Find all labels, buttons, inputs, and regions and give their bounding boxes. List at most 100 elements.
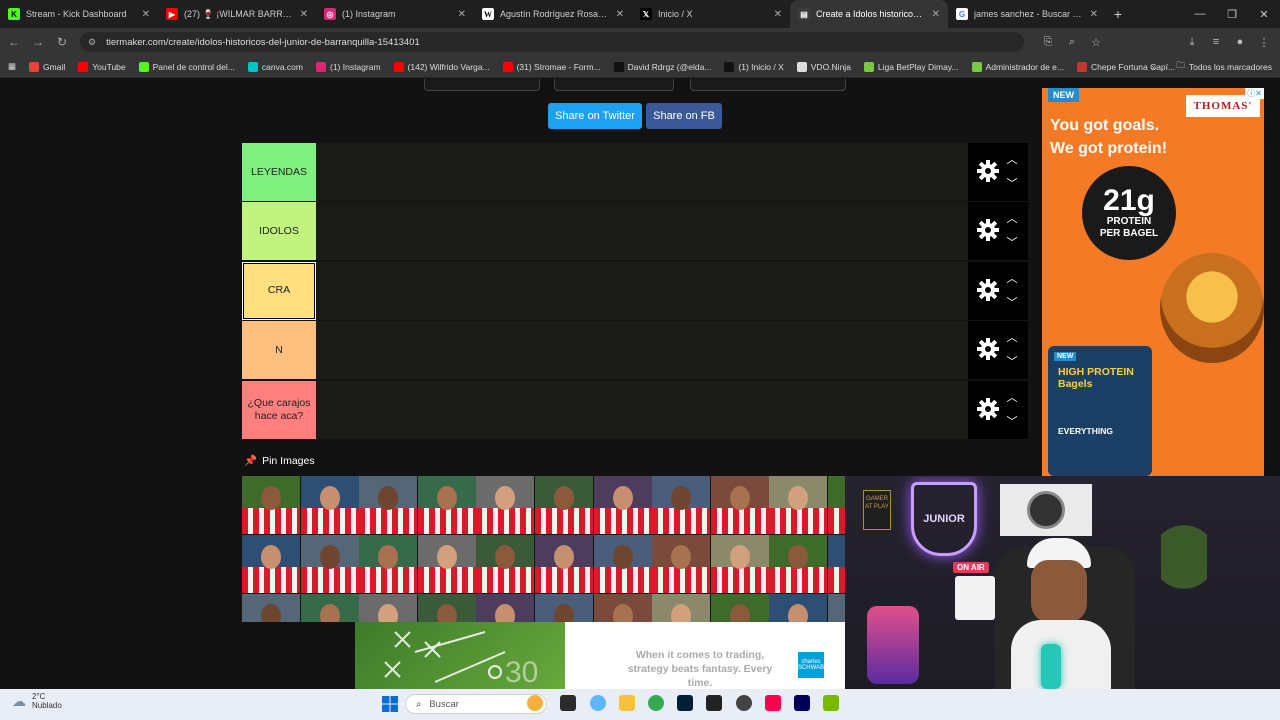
gear-icon[interactable] <box>976 397 1000 421</box>
close-icon[interactable]: ✕ <box>616 9 624 20</box>
bookmark-item[interactable]: David Rdrgz (@elda... <box>613 61 711 72</box>
menu-icon[interactable]: ⋮ <box>1252 36 1276 49</box>
chevron-down-icon[interactable]: ﹀ <box>1004 415 1020 428</box>
player-thumbnail[interactable] <box>710 476 769 534</box>
ad-info-icon[interactable]: ⓘ✕ <box>1245 88 1264 99</box>
player-thumbnail[interactable] <box>828 535 846 593</box>
close-icon[interactable]: ✕ <box>1090 9 1098 20</box>
player-thumbnail[interactable] <box>593 476 652 534</box>
apps-icon[interactable]: ▦ <box>8 61 16 72</box>
player-thumbnail[interactable] <box>359 476 418 534</box>
close-icon[interactable]: ✕ <box>142 9 150 20</box>
player-thumbnail[interactable] <box>652 476 711 534</box>
player-thumbnail[interactable] <box>652 535 711 593</box>
chevron-down-icon[interactable]: ﹀ <box>1004 296 1020 309</box>
bookmark-item[interactable]: VDO.Ninja <box>796 61 851 72</box>
tiktok-icon[interactable] <box>765 695 781 711</box>
reading-list-icon[interactable]: ≡ <box>1204 36 1228 48</box>
bookmark-item[interactable]: (31) Stromae - Form... <box>502 61 601 72</box>
gear-icon[interactable] <box>976 159 1000 183</box>
minimize-icon[interactable]: — <box>1184 0 1216 28</box>
bookmark-item[interactable]: Liga BetPlay Dimay... <box>863 61 959 72</box>
bookmark-item[interactable]: Gmail <box>29 61 65 72</box>
tier-row[interactable]: IDOLOS ︿ ﹀ <box>242 202 1028 261</box>
task-view-icon[interactable] <box>560 695 576 711</box>
share-facebook-button[interactable]: Share on FB <box>646 103 722 129</box>
player-thumbnail[interactable] <box>769 535 828 593</box>
bookmark-item[interactable]: (1) Inicio / X <box>724 61 784 72</box>
reload-icon[interactable]: ↻ <box>50 30 74 54</box>
tier-label[interactable]: N <box>242 321 316 380</box>
tier-label[interactable]: LEYENDAS <box>242 143 316 201</box>
nvidia-icon[interactable] <box>823 695 839 711</box>
gear-icon[interactable] <box>976 278 1000 302</box>
bottom-advertisement[interactable]: 30 When it comes to trading, strategy be… <box>355 622 845 689</box>
player-thumbnail[interactable] <box>359 594 418 622</box>
bookmark-item[interactable]: (1) Instagram <box>315 61 381 72</box>
all-bookmarks-button[interactable]: Todos los marcadores <box>1189 62 1272 72</box>
player-thumbnail[interactable] <box>535 535 593 593</box>
after-effects-icon[interactable] <box>794 695 810 711</box>
bookmarks-overflow-button[interactable]: » <box>1152 62 1157 72</box>
player-thumbnail[interactable] <box>359 535 418 593</box>
player-thumbnail[interactable] <box>710 594 769 622</box>
bookmark-item[interactable]: Panel de control del... <box>138 61 235 72</box>
tier-label[interactable]: CRA <box>242 261 316 320</box>
player-thumbnail[interactable] <box>828 594 846 622</box>
browser-tab-active[interactable]: ▤ Create a Idolos historicos del Ju ✕ <box>790 0 948 28</box>
tier-row[interactable]: LEYENDAS ︿ ﹀ <box>242 143 1028 201</box>
browser-tab[interactable]: G james sanchez - Buscar con Go ✕ <box>948 0 1106 28</box>
chevron-down-icon[interactable]: ﹀ <box>1004 355 1020 368</box>
close-icon[interactable]: ✕ <box>458 9 466 20</box>
zoom-icon[interactable]: ⌕ <box>1060 36 1084 49</box>
back-icon[interactable]: ← <box>2 30 26 54</box>
player-thumbnail[interactable] <box>417 476 476 534</box>
close-window-icon[interactable]: ✕ <box>1248 0 1280 28</box>
chevron-up-icon[interactable]: ︿ <box>1004 272 1020 285</box>
player-thumbnail[interactable] <box>300 476 359 534</box>
player-thumbnail[interactable] <box>242 594 300 622</box>
browser-tab[interactable]: ◎ (1) Instagram ✕ <box>316 0 474 28</box>
toolbar-button-partial[interactable] <box>424 79 540 91</box>
browser-tab[interactable]: 𝕏 Inicio / X ✕ <box>632 0 790 28</box>
player-thumbnail[interactable] <box>476 476 535 534</box>
bookmark-star-icon[interactable]: ☆ <box>1084 36 1108 49</box>
obs-icon[interactable] <box>706 695 722 711</box>
chevron-down-icon[interactable]: ﹀ <box>1004 236 1020 249</box>
toolbar-button-partial[interactable] <box>690 79 846 91</box>
player-thumbnail[interactable] <box>476 594 535 622</box>
gear-icon[interactable] <box>976 337 1000 361</box>
player-thumbnail[interactable] <box>300 535 359 593</box>
windows-start-icon[interactable] <box>382 696 398 712</box>
pin-images-toggle[interactable]: 📌 Pin Images <box>244 454 315 468</box>
browser-tab[interactable]: W Agustín Rodríguez Rosano - Wi ✕ <box>474 0 632 28</box>
photoshop-icon[interactable] <box>677 695 693 711</box>
site-info-icon[interactable]: ⚙ <box>88 37 96 48</box>
player-thumbnail[interactable] <box>593 535 652 593</box>
bookmark-item[interactable]: canva.com <box>247 61 303 72</box>
player-thumbnail[interactable] <box>652 594 711 622</box>
weather-widget[interactable]: ☁ 2°C Nublado <box>12 692 62 710</box>
bookmark-item[interactable]: (142) Wilfrido Varga... <box>393 61 490 72</box>
tier-row[interactable]: CRA ︿ ﹀ <box>242 261 1028 320</box>
streaming-app-icon[interactable] <box>736 695 752 711</box>
taskbar-app-icon[interactable] <box>527 695 543 711</box>
close-icon[interactable]: ✕ <box>932 9 940 20</box>
profile-icon[interactable]: ● <box>1228 36 1252 48</box>
player-thumbnail[interactable] <box>828 476 846 534</box>
forward-icon[interactable]: → <box>26 30 50 54</box>
browser-tab[interactable]: ▶ (27) 🍷 ¡WILMAR BARRIOS Y A ✕ <box>158 0 316 28</box>
chevron-down-icon[interactable]: ﹀ <box>1004 177 1020 190</box>
toolbar-button-partial[interactable] <box>554 79 674 91</box>
player-thumbnail[interactable] <box>417 535 476 593</box>
player-thumbnail[interactable] <box>535 594 593 622</box>
taskbar-search-input[interactable]: ⌕ Buscar <box>405 694 547 714</box>
translate-icon[interactable]: ⎘ <box>1036 36 1060 49</box>
player-thumbnail[interactable] <box>769 476 828 534</box>
chevron-up-icon[interactable]: ︿ <box>1004 331 1020 344</box>
download-icon[interactable]: ⤓ <box>1180 36 1204 49</box>
player-thumbnail[interactable] <box>417 594 476 622</box>
player-thumbnail[interactable] <box>242 476 300 534</box>
bookmark-item[interactable]: YouTube <box>78 61 126 72</box>
player-thumbnail[interactable] <box>710 535 769 593</box>
